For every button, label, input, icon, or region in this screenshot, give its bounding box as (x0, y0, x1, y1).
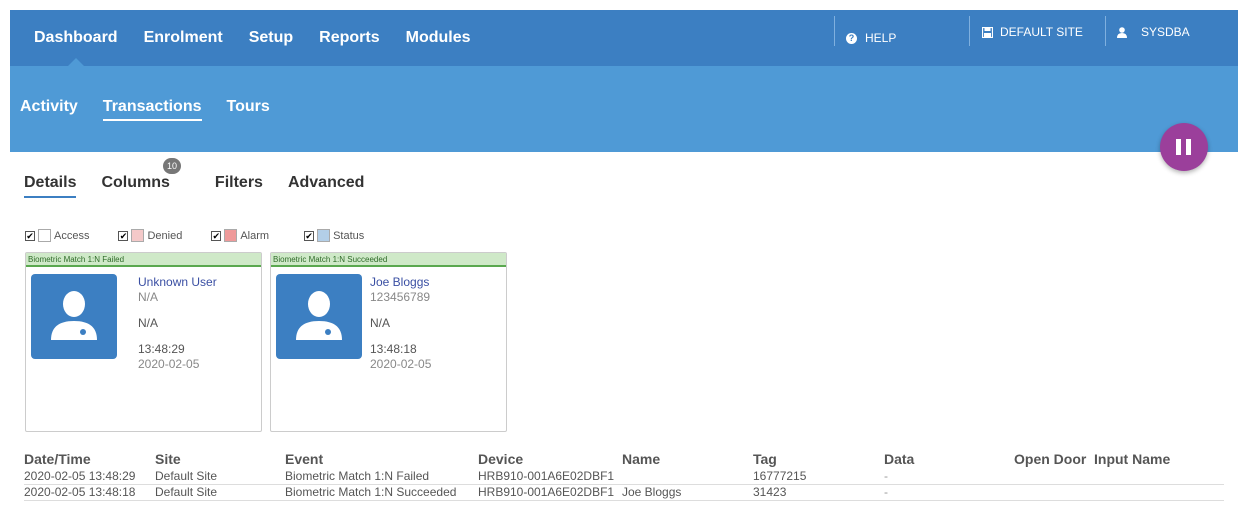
column-header-open-door[interactable]: Open Door (1014, 451, 1086, 467)
user-silhouette-icon (296, 291, 342, 340)
user-label: SYSDBA (1141, 25, 1190, 39)
subnav-tours[interactable]: Tours (227, 98, 270, 121)
top-navigation-bar: Dashboard Enrolment Setup Reports Module… (10, 10, 1238, 67)
view-tabs: Details Columns Filters Advanced (24, 174, 389, 198)
sub-menu: Activity Transactions Tours (20, 98, 295, 121)
user-silhouette-icon (51, 291, 97, 340)
column-header-site[interactable]: Site (155, 451, 181, 467)
cell-event: Biometric Match 1:N Succeeded (285, 485, 457, 499)
divider (1105, 16, 1106, 46)
cell-event: Biometric Match 1:N Failed (285, 469, 430, 483)
nav-enrolment[interactable]: Enrolment (144, 10, 223, 66)
pause-icon (1176, 139, 1181, 155)
checkbox[interactable]: ✔ (304, 230, 315, 241)
subnav-activity[interactable]: Activity (20, 98, 78, 121)
card-details: Unknown User N/A N/A 13:48:29 2020-02-05 (138, 274, 217, 372)
card-event-label: Biometric Match 1:N Failed (26, 253, 261, 267)
tab-filters[interactable]: Filters (215, 174, 263, 198)
filter-label: Alarm (240, 229, 270, 242)
column-header-datetime[interactable]: Date/Time (24, 451, 91, 467)
help-label: HELP (865, 31, 897, 45)
cell-datetime: 2020-02-05 13:48:29 (24, 469, 136, 483)
save-icon (982, 26, 993, 38)
divider (969, 16, 970, 46)
checkbox[interactable]: ✔ (118, 230, 129, 241)
pause-button[interactable] (1160, 123, 1208, 171)
cell-tag: 31423 (753, 485, 787, 499)
card-field: N/A (370, 316, 391, 330)
cell-device: HRB910-001A6E02DBF1 (478, 485, 615, 499)
cell-site: Default Site (155, 485, 218, 499)
card-time: 13:48:29 (138, 342, 185, 356)
card-details: Joe Bloggs 123456789 N/A 13:48:18 2020-0… (370, 274, 431, 372)
event-card[interactable]: Biometric Match 1:N Failed Unknown User … (25, 252, 262, 432)
column-header-device[interactable]: Device (478, 451, 523, 467)
nav-setup[interactable]: Setup (249, 10, 293, 66)
user-menu[interactable]: SYSDBA (1117, 4, 1190, 60)
color-swatch (224, 229, 238, 242)
filter-label: Denied (147, 229, 183, 242)
cell-site: Default Site (155, 469, 218, 483)
avatar (276, 274, 362, 359)
site-label: DEFAULT SITE (1000, 25, 1083, 39)
filter-access[interactable]: ✔ Access (25, 229, 89, 242)
table-row[interactable]: 2020-02-05 13:48:18 Default Site Biometr… (24, 485, 1224, 501)
sub-navigation-bar: Activity Transactions Tours (10, 66, 1238, 152)
column-header-tag[interactable]: Tag (753, 451, 777, 467)
event-type-filters: ✔ Access ✔ Denied ✔ Alarm ✔ Status (25, 229, 388, 242)
divider (834, 16, 835, 46)
card-event-label: Biometric Match 1:N Succeeded (271, 253, 506, 267)
card-user-name[interactable]: Unknown User (138, 274, 217, 290)
transactions-table: Date/Time Site Event Device Name Tag Dat… (24, 451, 1224, 501)
columns-count-badge: 10 (163, 158, 181, 174)
column-header-name[interactable]: Name (622, 451, 660, 467)
card-date: 2020-02-05 (138, 357, 200, 371)
checkbox[interactable]: ✔ (211, 230, 222, 241)
user-icon (1117, 26, 1127, 38)
cell-datetime: 2020-02-05 13:48:18 (24, 485, 136, 499)
card-user-id: 123456789 (370, 290, 431, 304)
help-icon: ? (846, 32, 857, 44)
main-menu: Dashboard Enrolment Setup Reports Module… (34, 10, 497, 67)
card-date: 2020-02-05 (370, 357, 432, 371)
tab-columns[interactable]: Columns (101, 174, 169, 198)
event-card[interactable]: Biometric Match 1:N Succeeded Joe Bloggs… (270, 252, 507, 432)
subnav-transactions[interactable]: Transactions (102, 98, 202, 121)
card-user-id: N/A (138, 290, 159, 304)
cell-data: - (884, 485, 888, 499)
nav-modules[interactable]: Modules (406, 10, 471, 66)
filter-denied[interactable]: ✔ Denied (118, 229, 182, 242)
column-header-data[interactable]: Data (884, 451, 914, 467)
filter-label: Access (54, 229, 90, 242)
help-button[interactable]: ? HELP (846, 10, 896, 66)
tab-advanced[interactable]: Advanced (288, 174, 364, 198)
pause-icon (1186, 139, 1191, 155)
table-header: Date/Time Site Event Device Name Tag Dat… (24, 451, 1224, 469)
color-swatch (317, 229, 331, 242)
filter-alarm[interactable]: ✔ Alarm (211, 229, 269, 242)
avatar (31, 274, 117, 359)
column-header-event[interactable]: Event (285, 451, 323, 467)
color-swatch (38, 229, 51, 242)
tab-details[interactable]: Details (24, 174, 77, 198)
table-row[interactable]: 2020-02-05 13:48:29 Default Site Biometr… (24, 469, 1224, 485)
cell-tag: 16777215 (753, 469, 807, 483)
cell-name: Joe Bloggs (622, 485, 682, 499)
cell-device: HRB910-001A6E02DBF1 (478, 469, 615, 483)
nav-dashboard[interactable]: Dashboard (34, 10, 118, 67)
column-header-input-name[interactable]: Input Name (1094, 451, 1170, 467)
site-selector[interactable]: DEFAULT SITE (982, 4, 1083, 60)
nav-reports[interactable]: Reports (319, 10, 379, 66)
card-time: 13:48:18 (370, 342, 417, 356)
color-swatch (131, 229, 145, 242)
card-user-name[interactable]: Joe Bloggs (370, 274, 431, 290)
filter-status[interactable]: ✔ Status (304, 229, 364, 242)
cell-data: - (884, 469, 888, 483)
checkbox[interactable]: ✔ (25, 230, 35, 241)
filter-label: Status (333, 229, 365, 242)
card-field: N/A (138, 316, 159, 330)
